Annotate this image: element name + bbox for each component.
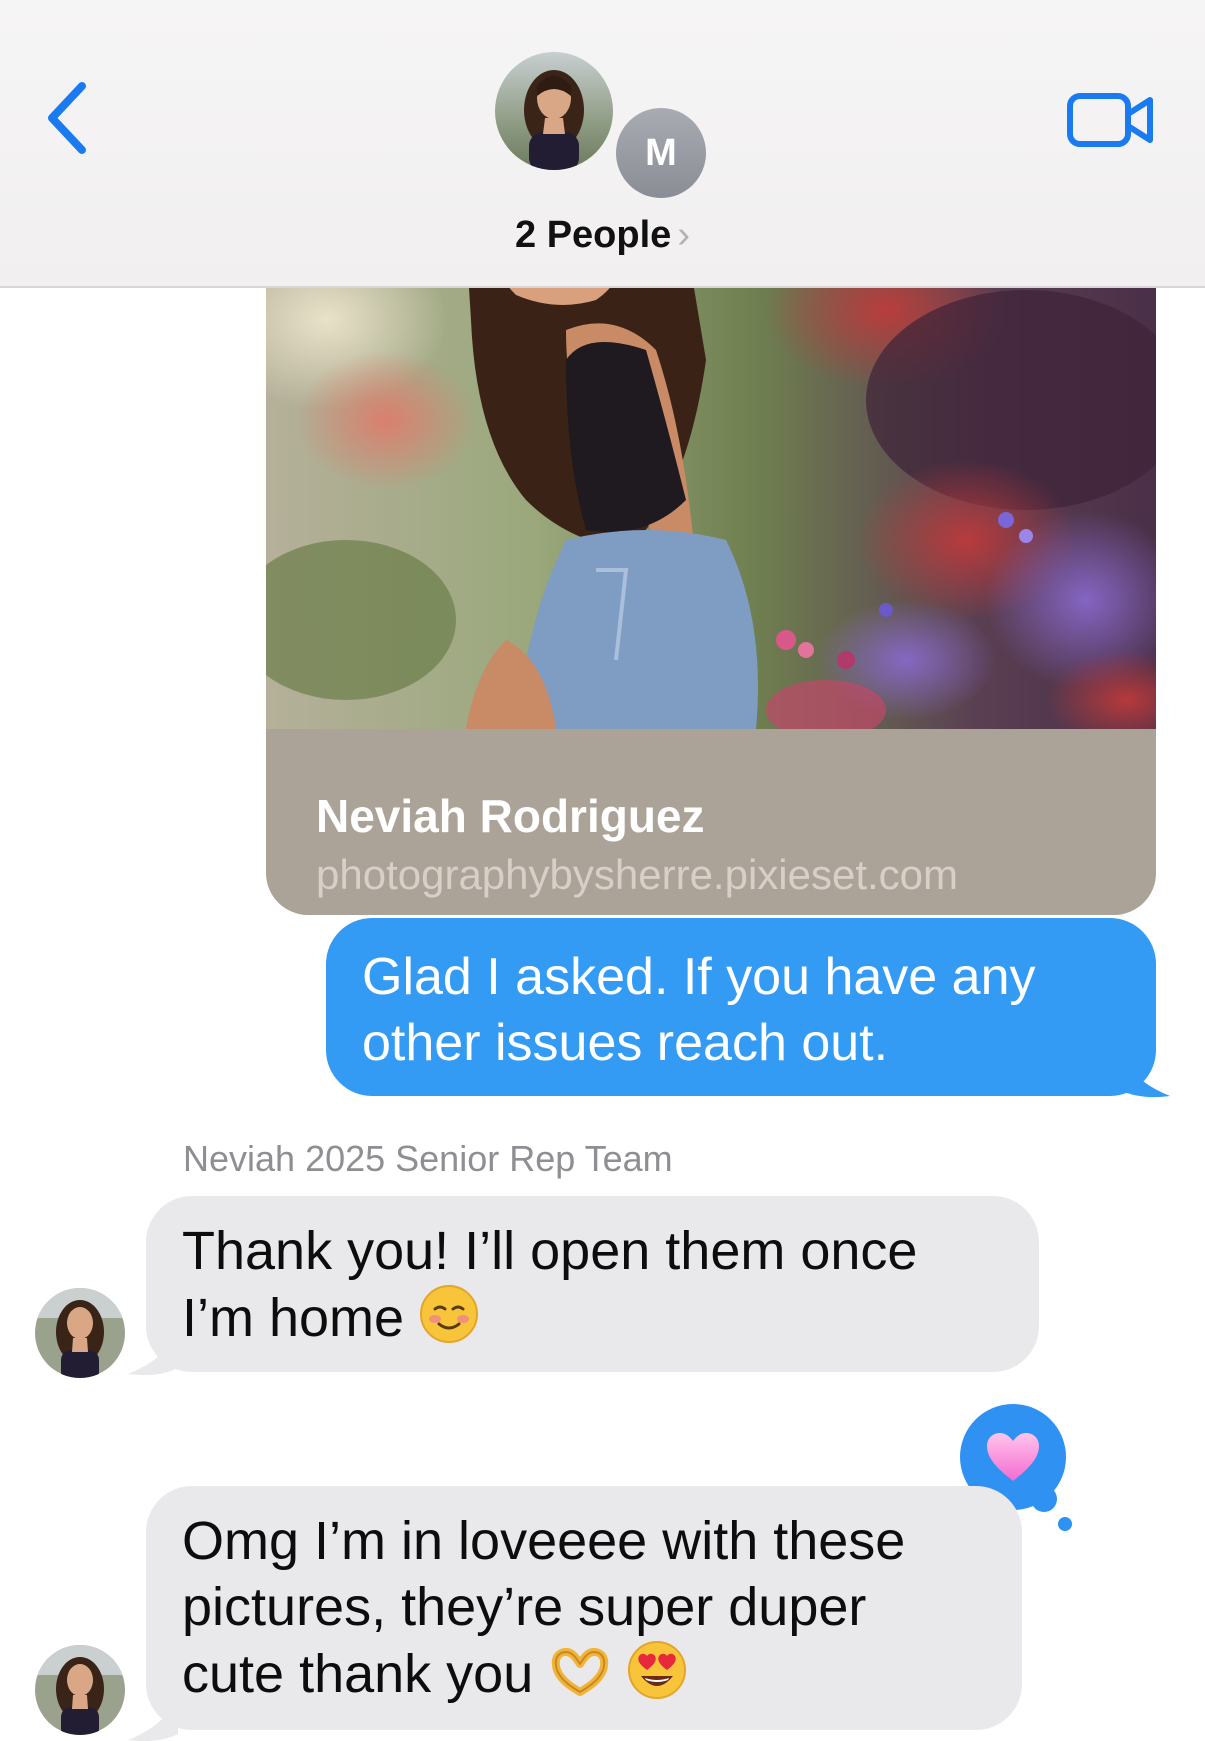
message-line: cute thank you — [182, 1640, 986, 1707]
chevron-left-icon — [48, 82, 86, 154]
sender-avatar[interactable] — [35, 1645, 125, 1735]
sender-name-label: Neviah 2025 Senior Rep Team — [183, 1138, 673, 1179]
tapback-tail-dot — [1031, 1486, 1057, 1512]
incoming-message-bubble[interactable]: Thank you! I’ll open them once I’m home — [146, 1196, 1039, 1372]
group-avatar-secondary[interactable]: M — [616, 108, 706, 198]
heart-hands-emoji-icon — [552, 1648, 609, 1696]
chevron-right-icon: › — [677, 214, 690, 256]
group-avatar-primary[interactable] — [495, 52, 613, 170]
tapback-tail-dot — [1058, 1517, 1072, 1531]
bubble-tail — [128, 1694, 178, 1741]
back-button[interactable] — [40, 78, 100, 158]
message-line: pictures, they’re super duper — [182, 1577, 867, 1637]
conversation-header: M 2 People › — [0, 0, 1205, 288]
link-preview-meta: Neviah Rodriguez photographybysherre.pix… — [266, 729, 1156, 915]
incoming-message-bubble[interactable]: Omg I’m in loveeee with these pictures, … — [146, 1486, 1022, 1730]
message-line: Glad I asked. If you have any — [362, 948, 1036, 1006]
heart-eyes-emoji-icon — [628, 1641, 687, 1699]
message-line: Thank you! I’ll open them once — [182, 1221, 918, 1281]
message-line: Omg I’m in loveeee with these — [182, 1511, 906, 1571]
video-call-button[interactable] — [1066, 90, 1156, 150]
bubble-tail — [1120, 1050, 1170, 1098]
sender-avatar[interactable] — [35, 1288, 125, 1378]
link-preview-title: Neviah Rodriguez — [316, 790, 705, 842]
pink-heart-icon — [987, 1433, 1039, 1481]
link-preview-url: photographybysherre.pixieset.com — [316, 851, 959, 898]
bubble-tail — [128, 1328, 178, 1376]
video-camera-icon — [1067, 93, 1153, 147]
smiling-face-emoji-icon — [420, 1285, 479, 1343]
group-title[interactable]: 2 People › — [0, 214, 1205, 257]
messages-conversation-screen: M 2 People › Neviah Rodriguez photograph… — [0, 0, 1205, 1741]
link-preview-image — [266, 240, 1156, 729]
group-title-label: 2 People — [515, 214, 672, 256]
link-preview-card[interactable]: Neviah Rodriguez photographybysherre.pix… — [266, 240, 1156, 915]
outgoing-message-bubble[interactable]: Glad I asked. If you have any other issu… — [326, 918, 1156, 1096]
message-line: other issues reach out. — [362, 1014, 889, 1072]
message-line: I’m home — [182, 1284, 1003, 1351]
avatar-initial: M — [645, 131, 677, 174]
